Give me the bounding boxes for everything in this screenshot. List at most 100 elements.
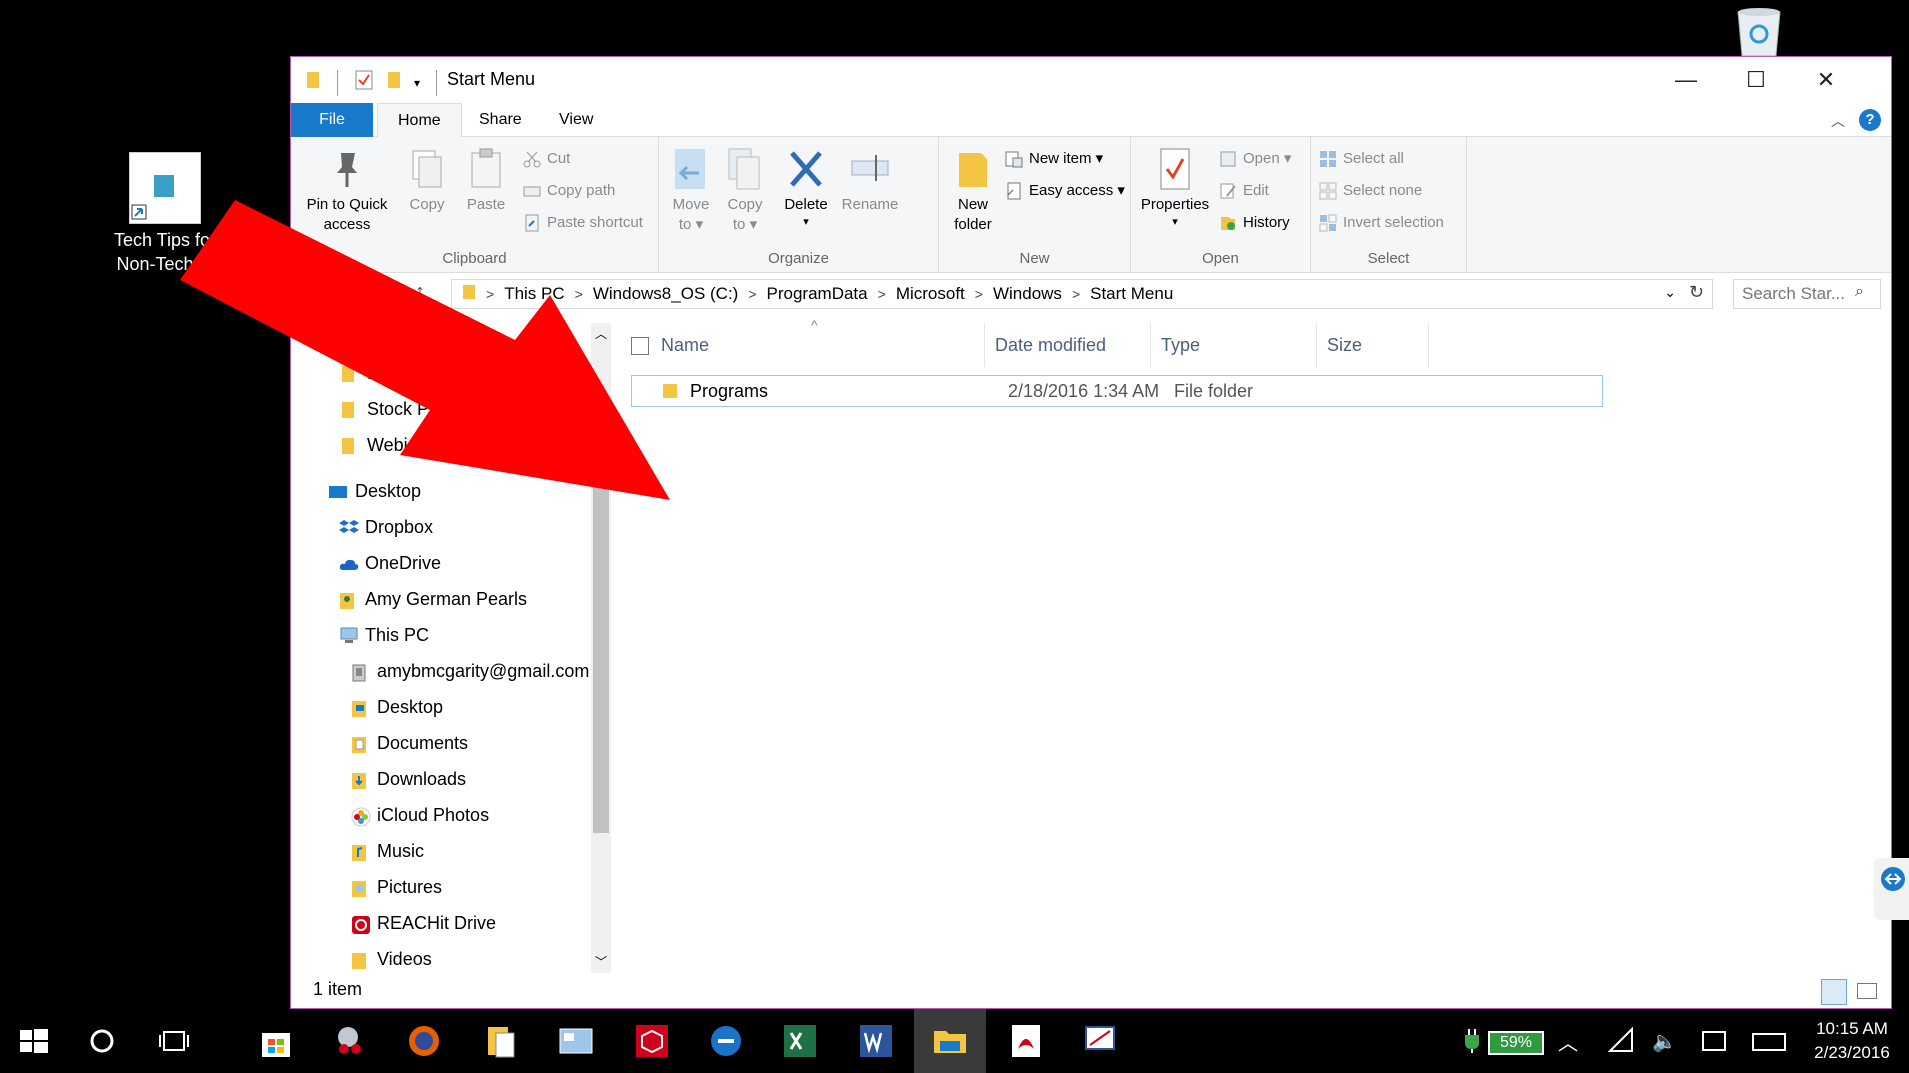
chevron-right-icon[interactable]: > (1072, 286, 1080, 302)
rename-label: Rename (841, 196, 899, 213)
clock-date[interactable]: 2/23/2016 (1802, 1043, 1902, 1063)
control-panel-icon[interactable] (556, 1021, 596, 1061)
new-item-button[interactable]: New item ▾ (1005, 147, 1103, 171)
nav-item-music[interactable]: Music (351, 841, 424, 862)
column-header-size[interactable]: Size (1317, 323, 1429, 367)
cortana-icon[interactable] (82, 1021, 122, 1061)
recycle-bin-icon[interactable] (1728, 4, 1790, 58)
chevron-right-icon[interactable]: > (975, 286, 983, 302)
nav-item-email-drive[interactable]: amybmcgarity@gmail.com (351, 661, 589, 682)
collapse-ribbon-icon[interactable]: ︿ (1831, 111, 1845, 131)
status-bar: 1 item (291, 973, 1891, 1009)
cut-button[interactable]: Cut (523, 147, 570, 171)
wifi-icon[interactable] (1607, 1026, 1634, 1053)
invert-selection-icon (1319, 214, 1337, 232)
nav-item-pictures[interactable]: Pictures (351, 877, 442, 898)
history-button[interactable]: History (1219, 211, 1290, 235)
snipping-tool-icon[interactable] (330, 1021, 370, 1061)
nav-item-reachit-drive[interactable]: REACHit Drive (351, 913, 496, 934)
store-icon[interactable] (256, 1021, 296, 1061)
breadcrumb-windows[interactable]: Windows (993, 284, 1062, 304)
breadcrumb-programdata[interactable]: ProgramData (767, 284, 868, 304)
breadcrumb-start-menu[interactable]: Start Menu (1090, 284, 1173, 304)
action-center-icon[interactable] (1702, 1031, 1726, 1051)
nav-item-label: Amy German Pearls (365, 589, 528, 609)
tab-home[interactable]: Home (377, 103, 462, 138)
help-icon[interactable]: ? (1859, 109, 1881, 131)
volume-icon[interactable]: 🔈 (1652, 1029, 1677, 1054)
firefox-icon[interactable] (404, 1021, 444, 1061)
properties-quick-icon[interactable] (354, 69, 374, 96)
task-view-icon[interactable] (154, 1021, 194, 1061)
power-plug-icon[interactable] (1462, 1029, 1482, 1053)
scroll-down-icon[interactable]: ﹀ (595, 953, 607, 970)
details-view-icon[interactable] (1821, 979, 1847, 1005)
nav-item-user[interactable]: Amy German Pearls (339, 589, 527, 610)
downloads-folder-icon (351, 771, 369, 789)
table-row[interactable]: Programs 2/18/2016 1:34 AM File folder (631, 375, 1603, 407)
column-header-name[interactable]: Name (651, 323, 985, 367)
tab-share[interactable]: Share (459, 103, 542, 137)
select-none-button[interactable]: Select none (1319, 179, 1422, 203)
chevron-right-icon[interactable]: > (748, 286, 756, 302)
nav-item-videos[interactable]: Videos (351, 949, 432, 970)
remote-desktop-icon[interactable] (1080, 1021, 1120, 1061)
acrobat-icon[interactable] (1006, 1021, 1046, 1061)
new-folder-button[interactable]: New folder (945, 143, 1001, 235)
new-item-icon (1005, 150, 1023, 168)
keyboard-icon[interactable] (1752, 1033, 1786, 1051)
tab-view[interactable]: View (539, 103, 613, 137)
chevron-up-icon[interactable]: ︿ (1558, 1027, 1578, 1056)
minimize-button[interactable]: — (1651, 63, 1721, 97)
chevron-down-icon[interactable]: ⌄ (1664, 284, 1676, 301)
customize-toolbar-icon[interactable]: ▾ (414, 76, 420, 90)
clock-time[interactable]: 10:15 AM (1802, 1019, 1902, 1039)
nav-item-icloud-photos[interactable]: iCloud Photos (351, 805, 489, 826)
history-icon (1219, 214, 1237, 232)
copy-icon (407, 147, 447, 191)
properties-dropdown-arrow[interactable]: ▾ (1137, 215, 1213, 229)
file-manager-icon[interactable] (480, 1021, 520, 1061)
red-cube-app-icon[interactable] (632, 1021, 672, 1061)
nav-item-downloads[interactable]: Downloads (351, 769, 466, 790)
delete-dropdown-arrow[interactable]: ▾ (777, 215, 835, 229)
refresh-icon[interactable]: ↻ (1689, 282, 1704, 303)
close-button[interactable]: ✕ (1791, 63, 1861, 97)
maximize-button[interactable]: ☐ (1721, 63, 1791, 97)
row-date-modified: 2/18/2016 1:34 AM (1008, 381, 1160, 401)
battery-indicator[interactable]: 59% (1488, 1031, 1544, 1055)
breadcrumb-microsoft[interactable]: Microsoft (896, 284, 965, 304)
rename-button[interactable]: Rename (837, 143, 903, 215)
edge-icon[interactable] (706, 1021, 746, 1061)
file-explorer-taskbar-icon[interactable] (930, 1021, 970, 1061)
copy-to-icon (725, 147, 765, 191)
delete-button[interactable]: Delete ▾ (777, 143, 835, 229)
excel-icon[interactable] (780, 1021, 820, 1061)
copy-to-label-line1: Copy (727, 196, 763, 213)
nav-item-desktop[interactable]: Desktop (351, 697, 443, 718)
nav-item-onedrive[interactable]: OneDrive (339, 553, 441, 574)
tab-file[interactable]: File (291, 103, 373, 137)
nav-item-label: Pictures (377, 877, 443, 897)
column-header-date-modified[interactable]: Date modified (985, 323, 1151, 367)
select-all-button[interactable]: Select all (1319, 147, 1404, 171)
edit-button[interactable]: Edit (1219, 179, 1269, 203)
nav-item-this-pc[interactable]: This PC (339, 625, 429, 646)
nav-item-documents[interactable]: Documents (351, 733, 468, 754)
easy-access-icon (1005, 182, 1023, 200)
easy-access-button[interactable]: Easy access ▾ (1005, 179, 1125, 203)
copy-to-button[interactable]: Copy to ▾ (719, 143, 771, 235)
teamviewer-tab[interactable] (1874, 858, 1909, 920)
chevron-right-icon[interactable]: > (878, 286, 886, 302)
open-button[interactable]: Open ▾ (1219, 147, 1291, 171)
windows-start-icon[interactable] (14, 1021, 54, 1061)
open-group-label: Open (1202, 250, 1239, 267)
new-folder-quick-icon[interactable] (386, 70, 402, 95)
column-header-type[interactable]: Type (1151, 323, 1317, 367)
title-bar: ▾ Start Menu — ☐ ✕ (291, 57, 1891, 103)
user-folder-icon (339, 591, 357, 609)
large-icons-view-icon[interactable] (1857, 983, 1877, 999)
properties-button[interactable]: Properties ▾ (1137, 143, 1213, 229)
invert-selection-button[interactable]: Invert selection (1319, 211, 1444, 235)
word-icon[interactable] (856, 1021, 896, 1061)
